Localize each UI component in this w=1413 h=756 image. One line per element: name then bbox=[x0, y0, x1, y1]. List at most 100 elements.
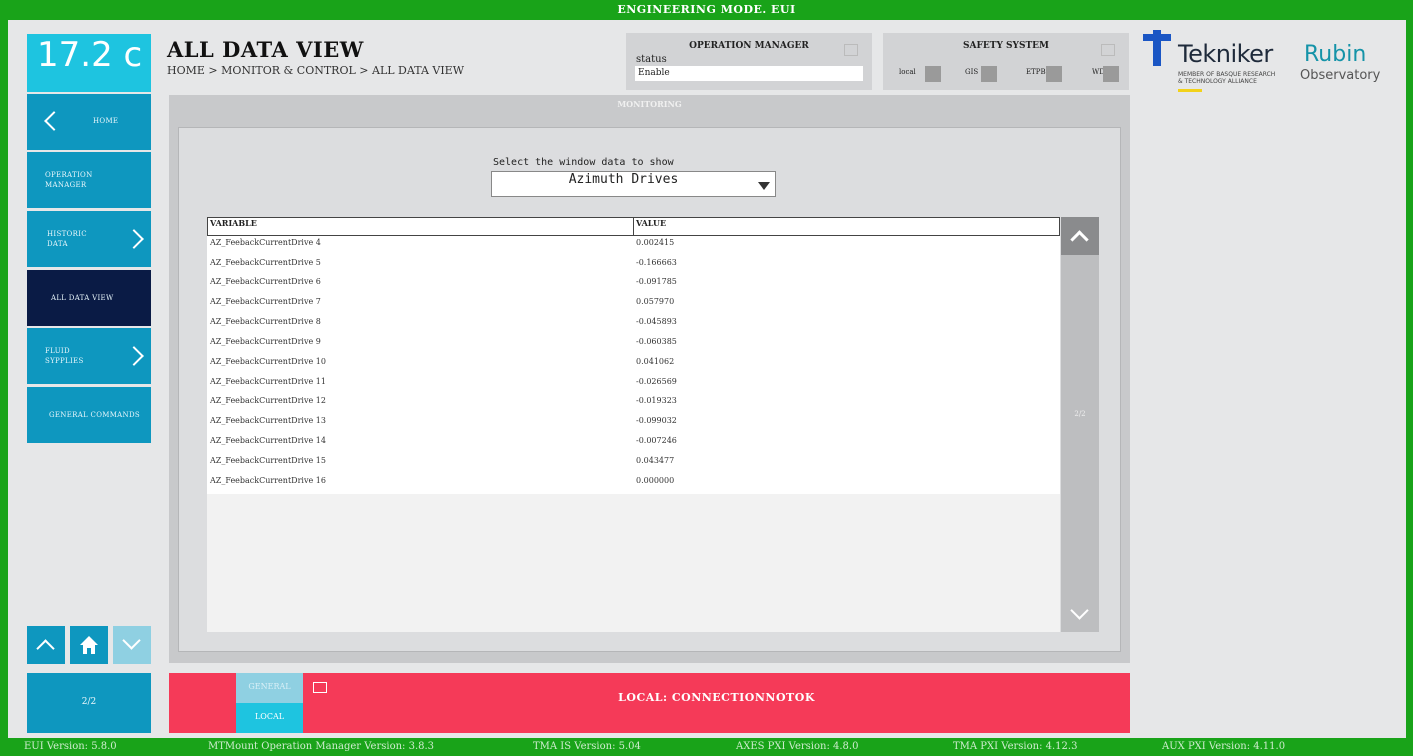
table-header: VARIABLE VALUE bbox=[207, 217, 1060, 236]
window-data-select-value: Azimuth Drives bbox=[568, 172, 679, 187]
safety-label-local: local bbox=[899, 68, 916, 76]
table-row: AZ_FeebackCurrentDrive 13 -0.099032 bbox=[207, 414, 1060, 434]
row-value: -0.099032 bbox=[636, 416, 677, 425]
axes-pxi-version: AXES PXI Version: 4.8.0 bbox=[736, 741, 859, 752]
window-data-select[interactable]: Azimuth Drives bbox=[491, 171, 776, 197]
status-value: Enable bbox=[635, 66, 863, 81]
window-title: ENGINEERING MODE. EUI bbox=[0, 0, 1413, 20]
mode-general-toggle[interactable]: GENERAL bbox=[236, 673, 303, 703]
table-row: AZ_FeebackCurrentDrive 15 0.043477 bbox=[207, 454, 1060, 474]
cursor-select-icon[interactable] bbox=[844, 44, 858, 56]
safety-led-gis bbox=[981, 66, 997, 82]
nav-historic-label-2: DATA bbox=[47, 240, 68, 248]
row-value: 0.057970 bbox=[636, 297, 675, 306]
safety-system-title: SAFETY SYSTEM bbox=[963, 41, 1049, 51]
nav-historic-label-1: HISTORIC bbox=[47, 230, 87, 238]
temperature-display: 17.2 c bbox=[27, 34, 151, 92]
row-variable: AZ_FeebackCurrentDrive 14 bbox=[210, 436, 326, 445]
chevron-up-icon bbox=[1070, 230, 1089, 249]
safety-system-panel: SAFETY SYSTEM local GIS ETPB WD bbox=[883, 33, 1129, 90]
row-variable: AZ_FeebackCurrentDrive 10 bbox=[210, 357, 326, 366]
version-footer: EUI Version: 5.8.0 MTMount Operation Man… bbox=[0, 738, 1413, 756]
mtmount-version: MTMount Operation Manager Version: 3.8.3 bbox=[208, 741, 435, 752]
connection-status-text: LOCAL: CONNECTIONNOTOK bbox=[618, 691, 815, 704]
nav-home-button[interactable]: HOME bbox=[27, 94, 151, 150]
row-variable: AZ_FeebackCurrentDrive 4 bbox=[210, 238, 321, 247]
chevron-left-icon bbox=[44, 111, 64, 131]
column-header-value: VALUE bbox=[633, 218, 1059, 235]
window-select-label: Select the window data to show bbox=[493, 157, 674, 168]
table-row: AZ_FeebackCurrentDrive 10 0.041062 bbox=[207, 355, 1060, 375]
nav-fluid-label-2: SYPPLIES bbox=[45, 357, 84, 365]
chevron-right-icon bbox=[124, 346, 144, 366]
row-variable: AZ_FeebackCurrentDrive 9 bbox=[210, 337, 321, 346]
row-variable: AZ_FeebackCurrentDrive 6 bbox=[210, 277, 321, 286]
nav-operation-manager-label-2: MANAGER bbox=[45, 181, 87, 189]
nav-all-data-view-button[interactable]: ALL DATA VIEW bbox=[27, 270, 151, 326]
page-up-button[interactable] bbox=[27, 626, 65, 664]
table-row: AZ_FeebackCurrentDrive 12 -0.019323 bbox=[207, 394, 1060, 414]
table-row: AZ_FeebackCurrentDrive 8 -0.045893 bbox=[207, 315, 1060, 335]
row-variable: AZ_FeebackCurrentDrive 16 bbox=[210, 476, 326, 485]
table-body: AZ_FeebackCurrentDrive 4 0.002415 AZ_Feeb… bbox=[207, 236, 1060, 494]
row-value: 0.002415 bbox=[636, 238, 675, 247]
safety-led-etpb bbox=[1046, 66, 1062, 82]
tma-pxi-version: TMA PXI Version: 4.12.3 bbox=[953, 741, 1078, 752]
chevron-down-icon bbox=[122, 631, 141, 650]
row-variable: AZ_FeebackCurrentDrive 13 bbox=[210, 416, 326, 425]
nav-general-commands-button[interactable]: GENERAL COMMANDS bbox=[27, 387, 151, 443]
table-row: AZ_FeebackCurrentDrive 16 0.000000 bbox=[207, 474, 1060, 494]
home-icon bbox=[80, 636, 98, 654]
cursor-select-icon[interactable] bbox=[1101, 44, 1115, 56]
table-row: AZ_FeebackCurrentDrive 9 -0.060385 bbox=[207, 335, 1060, 355]
table-row: AZ_FeebackCurrentDrive 4 0.002415 bbox=[207, 236, 1060, 256]
table-scrollbar[interactable]: 2/2 bbox=[1061, 217, 1099, 632]
row-value: -0.091785 bbox=[636, 277, 677, 286]
home-button[interactable] bbox=[70, 626, 108, 664]
nav-operation-manager-button[interactable]: OPERATION MANAGER bbox=[27, 152, 151, 208]
operation-manager-panel: OPERATION MANAGER status Enable bbox=[626, 33, 872, 90]
row-value: -0.007246 bbox=[636, 436, 677, 445]
nav-fluid-supplies-button[interactable]: FLUID SYPPLIES bbox=[27, 328, 151, 384]
row-variable: AZ_FeebackCurrentDrive 8 bbox=[210, 317, 321, 326]
eui-version: EUI Version: 5.8.0 bbox=[24, 741, 117, 752]
tekniker-logo-icon bbox=[1143, 30, 1171, 66]
row-value: 0.041062 bbox=[636, 357, 675, 366]
nav-all-data-view-label: ALL DATA VIEW bbox=[51, 294, 114, 302]
monitoring-title: MONITORING bbox=[617, 99, 682, 109]
mode-local-toggle[interactable]: LOCAL bbox=[236, 703, 303, 733]
tma-is-version: TMA IS Version: 5.04 bbox=[533, 741, 641, 752]
row-value: -0.166663 bbox=[636, 258, 677, 267]
row-variable: AZ_FeebackCurrentDrive 11 bbox=[210, 377, 326, 386]
table-row: AZ_FeebackCurrentDrive 5 -0.166663 bbox=[207, 256, 1060, 276]
page-down-button[interactable] bbox=[113, 626, 151, 664]
scroll-up-button[interactable] bbox=[1061, 217, 1099, 255]
operation-manager-title: OPERATION MANAGER bbox=[689, 41, 809, 51]
row-variable: AZ_FeebackCurrentDrive 7 bbox=[210, 297, 321, 306]
chevron-down-icon bbox=[1070, 601, 1089, 620]
tekniker-logo: Tekniker bbox=[1178, 40, 1273, 68]
chevron-right-icon bbox=[124, 229, 144, 249]
page-title: ALL DATA VIEW bbox=[167, 37, 364, 62]
rubin-observatory-label: Observatory bbox=[1300, 68, 1381, 83]
data-table: VARIABLE VALUE AZ_FeebackCurrentDrive 4 0… bbox=[207, 217, 1060, 632]
nav-page-indicator: 2/2 bbox=[27, 673, 151, 733]
tekniker-subtitle: MEMBER OF BASQUE RESEARCH & TECHNOLOGY A… bbox=[1178, 71, 1276, 85]
safety-led-wd bbox=[1103, 66, 1119, 82]
safety-led-local bbox=[925, 66, 941, 82]
table-row: AZ_FeebackCurrentDrive 14 -0.007246 bbox=[207, 434, 1060, 454]
row-value: -0.045893 bbox=[636, 317, 677, 326]
breadcrumb: HOME > MONITOR & CONTROL > ALL DATA VIEW bbox=[167, 64, 465, 77]
safety-label-etpb: ETPB bbox=[1026, 68, 1046, 76]
table-row: AZ_FeebackCurrentDrive 7 0.057970 bbox=[207, 295, 1060, 315]
aux-pxi-version: AUX PXI Version: 4.11.0 bbox=[1162, 741, 1286, 752]
nav-operation-manager-label-1: OPERATION bbox=[45, 171, 93, 179]
nav-home-label: HOME bbox=[93, 117, 119, 125]
chevron-up-icon bbox=[36, 639, 55, 658]
status-label: status bbox=[636, 54, 667, 65]
row-variable: AZ_FeebackCurrentDrive 5 bbox=[210, 258, 321, 267]
row-variable: AZ_FeebackCurrentDrive 15 bbox=[210, 456, 326, 465]
nav-historic-data-button[interactable]: HISTORIC DATA bbox=[27, 211, 151, 267]
scroll-down-button[interactable] bbox=[1061, 594, 1099, 632]
safety-label-gis: GIS bbox=[965, 68, 979, 76]
